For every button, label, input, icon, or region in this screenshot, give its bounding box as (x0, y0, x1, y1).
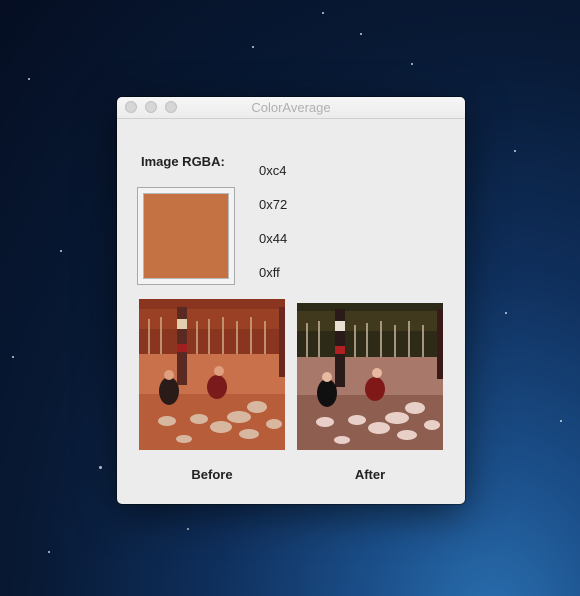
title-bar[interactable]: ColorAverage (117, 97, 465, 119)
red-value: 0xc4 (259, 163, 287, 178)
after-image (297, 303, 443, 450)
image-rgba-label: Image RGBA: (141, 154, 225, 169)
average-color-swatch (143, 193, 229, 279)
window-title: ColorAverage (251, 100, 331, 115)
app-window: ColorAverage Image RGBA: 0xc4 0x72 0x44 … (117, 97, 465, 504)
before-image (139, 299, 285, 450)
alpha-value: 0xff (259, 265, 280, 280)
before-caption: Before (191, 467, 233, 482)
color-swatch-well[interactable] (137, 187, 235, 285)
green-value: 0x72 (259, 197, 288, 212)
after-caption: After (354, 467, 386, 482)
blue-value: 0x44 (259, 231, 288, 246)
